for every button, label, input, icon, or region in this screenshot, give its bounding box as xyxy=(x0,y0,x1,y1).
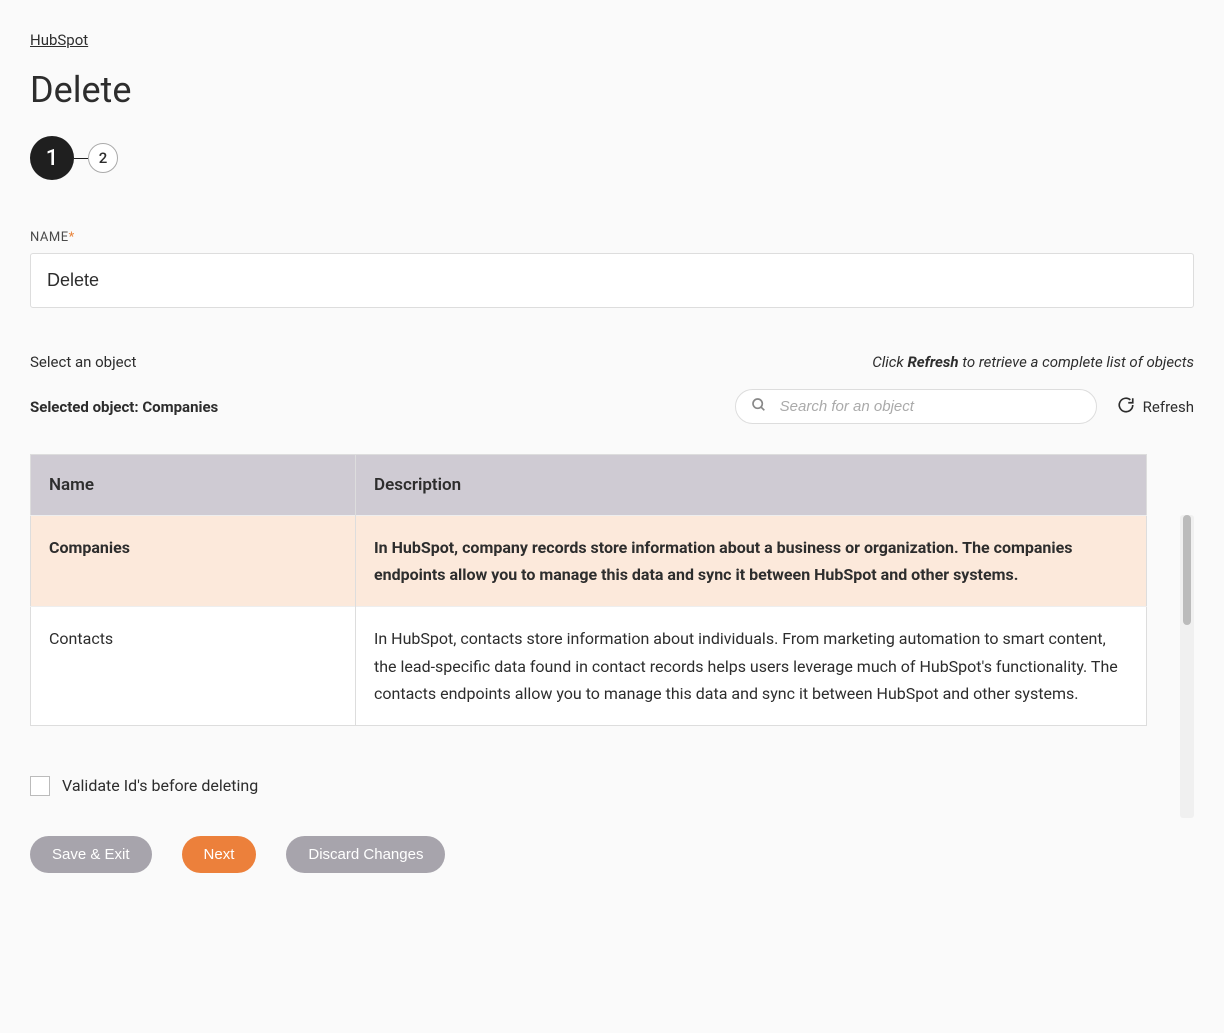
search-icon xyxy=(751,397,767,417)
step-2[interactable]: 2 xyxy=(88,143,118,173)
table-cell-name: Companies xyxy=(31,516,356,607)
table-row[interactable]: ContactsIn HubSpot, contacts store infor… xyxy=(31,607,1147,726)
step-1[interactable]: 1 xyxy=(30,136,74,180)
refresh-button[interactable]: Refresh xyxy=(1117,396,1194,418)
table-cell-name: Contacts xyxy=(31,607,356,726)
table-cell-description: In HubSpot, company records store inform… xyxy=(356,516,1147,607)
scrollbar-track[interactable] xyxy=(1180,515,1194,818)
next-button[interactable]: Next xyxy=(182,836,257,873)
refresh-button-label: Refresh xyxy=(1143,398,1194,416)
th-description: Description xyxy=(356,455,1147,516)
stepper: 1 2 xyxy=(30,136,1194,180)
object-table: Name Description CompaniesIn HubSpot, co… xyxy=(30,454,1147,726)
table-row[interactable]: CompaniesIn HubSpot, company records sto… xyxy=(31,516,1147,607)
select-object-label: Select an object xyxy=(30,353,136,371)
table-cell-description: In HubSpot, contacts store information a… xyxy=(356,607,1147,726)
refresh-hint: Click Refresh to retrieve a complete lis… xyxy=(872,353,1194,371)
discard-button[interactable]: Discard Changes xyxy=(286,836,445,873)
validate-checkbox[interactable] xyxy=(30,776,50,796)
name-input[interactable] xyxy=(30,253,1194,308)
breadcrumb-hubspot[interactable]: HubSpot xyxy=(30,31,88,49)
validate-checkbox-label: Validate Id's before deleting xyxy=(62,776,258,795)
name-field-label: NAME* xyxy=(30,230,1194,245)
search-input[interactable] xyxy=(735,389,1097,424)
refresh-icon xyxy=(1117,396,1135,418)
scrollbar-thumb[interactable] xyxy=(1183,515,1191,625)
selected-object-label: Selected object: Companies xyxy=(30,398,218,416)
page-title: Delete xyxy=(30,69,1194,111)
th-name: Name xyxy=(31,455,356,516)
save-exit-button[interactable]: Save & Exit xyxy=(30,836,152,873)
step-connector xyxy=(74,158,88,159)
